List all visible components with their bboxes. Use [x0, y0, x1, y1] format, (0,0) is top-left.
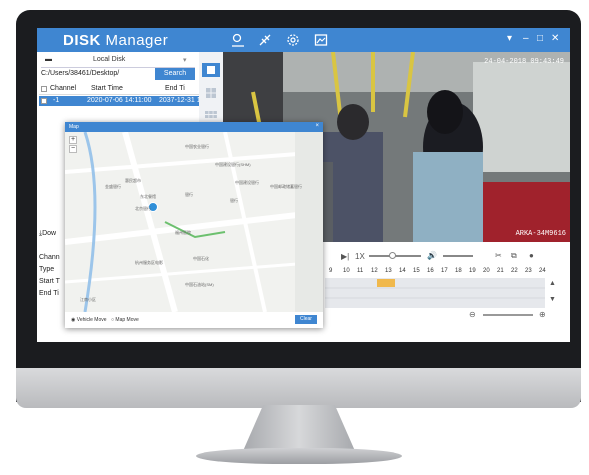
- timeline-hour-label: 9: [329, 268, 333, 274]
- timeline-hour-label: 11: [357, 268, 364, 274]
- map-poi-label[interactable]: 银行: [185, 192, 193, 198]
- monitor-stand-base: [196, 448, 402, 464]
- timeline-hour-label: 23: [525, 268, 532, 274]
- timeline-hour-label: 12: [371, 268, 378, 274]
- map-poi-label[interactable]: 金盛银行: [105, 184, 121, 190]
- zoom-out-icon[interactable]: ⊖: [469, 310, 476, 319]
- timeline-hour-labels: 9 10 11 12 13 14 15 16 17 18 19 20 21 22 23 24: [325, 268, 546, 277]
- map-poi-label[interactable]: 惠民超市: [125, 178, 141, 184]
- wifi-icon: ▾: [507, 33, 513, 44]
- timeline-hour-label: 17: [441, 268, 448, 274]
- cell-start-time: 2020-07-06 14:11:00: [87, 97, 152, 104]
- timeline-hour-label: 20: [483, 268, 490, 274]
- map-poi-label[interactable]: 中国石化: [193, 256, 209, 262]
- monitor-stand-neck: [243, 405, 355, 451]
- timeline-hour-label: 10: [343, 268, 350, 274]
- playback-timeline[interactable]: 9 10 11 12 13 14 15 16 17 18 19 20 21 22 23 24 ▲ ▼: [325, 268, 570, 308]
- single-view-tab[interactable]: [202, 63, 220, 77]
- map-poi-label[interactable]: 江南小区: [80, 297, 96, 303]
- image-export-icon[interactable]: [313, 32, 329, 48]
- title-bar: DISK Manager ▾ – □ ✕: [37, 28, 570, 52]
- map-poi-label[interactable]: 中国农业银行: [185, 144, 209, 150]
- multi-view-tab[interactable]: [202, 109, 220, 123]
- map-poi-label[interactable]: 中国建设银行: [235, 180, 259, 186]
- app-title: DISK Manager: [63, 32, 169, 49]
- clear-button[interactable]: Clear: [295, 315, 317, 324]
- volume-slider[interactable]: [443, 255, 473, 257]
- column-header-channel[interactable]: Channel: [50, 85, 76, 92]
- minimize-icon[interactable]: –: [523, 33, 529, 44]
- maximize-icon[interactable]: □: [537, 33, 543, 44]
- cell-channel: -1: [53, 97, 60, 104]
- zoom-in-icon[interactable]: ⊕: [539, 310, 546, 319]
- snapshot-icon[interactable]: ⧉: [511, 251, 517, 261]
- map-poi-label[interactable]: 中国邮政储蓄银行: [270, 184, 302, 190]
- scroll-up-icon[interactable]: ▲: [549, 280, 556, 287]
- user-icon[interactable]: ●: [529, 251, 534, 260]
- scissors-icon[interactable]: ✂: [495, 251, 502, 260]
- playback-controls: ▶| 1X 🔊 ✂ ⧉ ●: [325, 250, 570, 264]
- app-screen: DISK Manager ▾ – □ ✕ ▬ Local Disk ▾ C:/U…: [37, 28, 570, 342]
- map-move-radio[interactable]: ○ Map Move: [111, 317, 139, 323]
- timeline-hour-label: 14: [399, 268, 406, 274]
- map-poi-label[interactable]: 银行: [230, 198, 238, 204]
- map-window: Map × + − 中国农业银行 中国建设银行(SHM) 中国建设银行 中国邮政…: [65, 122, 323, 328]
- map-poi-label[interactable]: 东北餐馆: [140, 194, 156, 200]
- table-row[interactable]: -1 2020-07-06 14:11:00 2037-12-31 1: [39, 96, 201, 106]
- disk-label: Local Disk: [93, 56, 126, 63]
- satellite-icon[interactable]: [257, 32, 273, 48]
- map-poi-label[interactable]: 北京银行: [135, 206, 151, 212]
- map-poi-label[interactable]: 中国建设银行(SHM): [215, 162, 251, 168]
- timeline-hour-label: 19: [469, 268, 476, 274]
- desktop-monitor-mockup: DISK Manager ▾ – □ ✕ ▬ Local Disk ▾ C:/U…: [0, 0, 589, 475]
- map-pin-icon[interactable]: [230, 32, 246, 48]
- map-poi-label[interactable]: 杭州服务区电影: [135, 260, 163, 266]
- video-timestamp: 24-04-2018 09:43:49: [484, 58, 564, 66]
- map-close-icon[interactable]: ×: [315, 123, 319, 129]
- timeline-hour-label: 13: [385, 268, 392, 274]
- map-window-title: Map: [69, 124, 79, 130]
- vehicle-move-radio[interactable]: ◉ Vehicle Move: [71, 317, 107, 323]
- timeline-hour-label: 16: [427, 268, 434, 274]
- speed-label[interactable]: 1X: [355, 252, 365, 261]
- close-icon[interactable]: ✕: [551, 33, 559, 44]
- disk-dropdown[interactable]: ▬ Local Disk ▾: [41, 56, 195, 68]
- volume-icon[interactable]: 🔊: [427, 251, 437, 260]
- download-button[interactable]: ⤓Dow: [39, 230, 56, 238]
- map-zoom-out-button[interactable]: −: [69, 145, 77, 153]
- progress-knob[interactable]: [389, 252, 396, 259]
- timeline-zoom: ⊖ ⊕: [469, 310, 569, 320]
- scroll-down-icon[interactable]: ▼: [549, 296, 556, 303]
- map-footer: ◉ Vehicle Move ○ Map Move Clear: [65, 312, 323, 328]
- map-poi-label[interactable]: 福州医院: [175, 230, 191, 236]
- column-header-end-time[interactable]: End Ti: [165, 85, 185, 92]
- zoom-slider[interactable]: [483, 314, 533, 316]
- timeline-hour-label: 18: [455, 268, 462, 274]
- table-header: Channel Start Time End Ti: [39, 84, 199, 95]
- step-forward-icon[interactable]: ▶|: [341, 252, 349, 261]
- map-title-bar: Map ×: [65, 122, 323, 132]
- chevron-down-icon: ▾: [183, 57, 187, 64]
- timeline-hour-label: 15: [413, 268, 420, 274]
- timeline-hour-label: 21: [497, 268, 504, 274]
- row-checkbox[interactable]: [41, 98, 47, 104]
- disk-icon: ▬: [45, 56, 52, 63]
- timeline-track[interactable]: [325, 278, 545, 308]
- map-poi-label[interactable]: 中国石油站(SM): [185, 282, 214, 288]
- column-header-start-time[interactable]: Start Time: [91, 85, 123, 92]
- map-zoom-in-button[interactable]: +: [69, 136, 77, 144]
- map-canvas[interactable]: + − 中国农业银行中国建设银行(SHM) 中国建设银行中国邮政储蓄银行 惠民超市金…: [65, 132, 323, 312]
- select-all-checkbox[interactable]: [41, 86, 47, 92]
- settings-gear-icon[interactable]: [285, 32, 301, 48]
- search-button[interactable]: Search: [155, 68, 195, 80]
- monitor-chin: [16, 368, 581, 408]
- timeline-hour-label: 24: [539, 268, 546, 274]
- timeline-hour-label: 22: [511, 268, 518, 274]
- video-plate-label: ARKA-34M9616: [515, 230, 566, 238]
- quad-view-tab[interactable]: [202, 86, 220, 100]
- cell-end-time: 2037-12-31 1: [159, 97, 201, 104]
